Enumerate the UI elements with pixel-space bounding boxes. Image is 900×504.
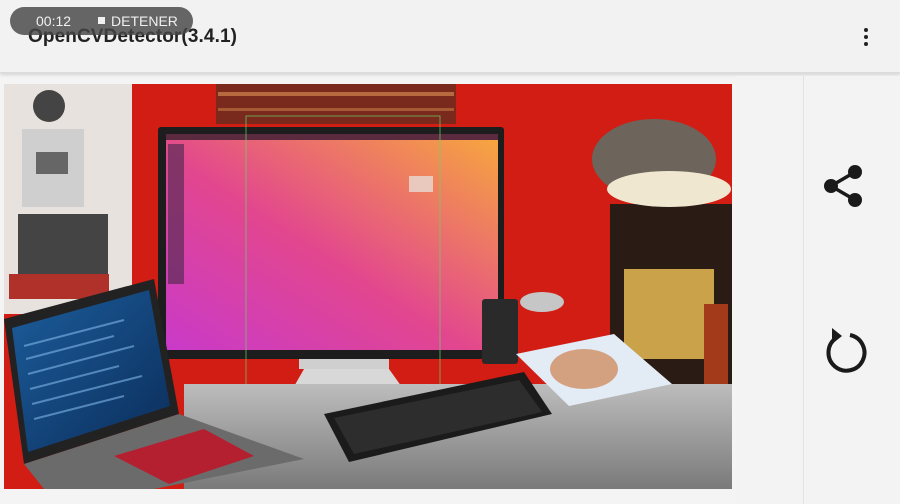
rotate-icon[interactable] xyxy=(818,322,874,378)
recording-time: 00:12 xyxy=(36,13,72,29)
share-icon[interactable] xyxy=(818,158,874,214)
overflow-menu-icon[interactable] xyxy=(852,22,880,52)
camera-preview xyxy=(4,84,732,489)
divider xyxy=(803,76,804,504)
stop-icon xyxy=(98,17,105,24)
recording-indicator[interactable]: 00:12 DETENER xyxy=(10,7,193,35)
stop-recording-button[interactable]: DETENER xyxy=(111,13,178,29)
side-panel xyxy=(736,76,900,504)
